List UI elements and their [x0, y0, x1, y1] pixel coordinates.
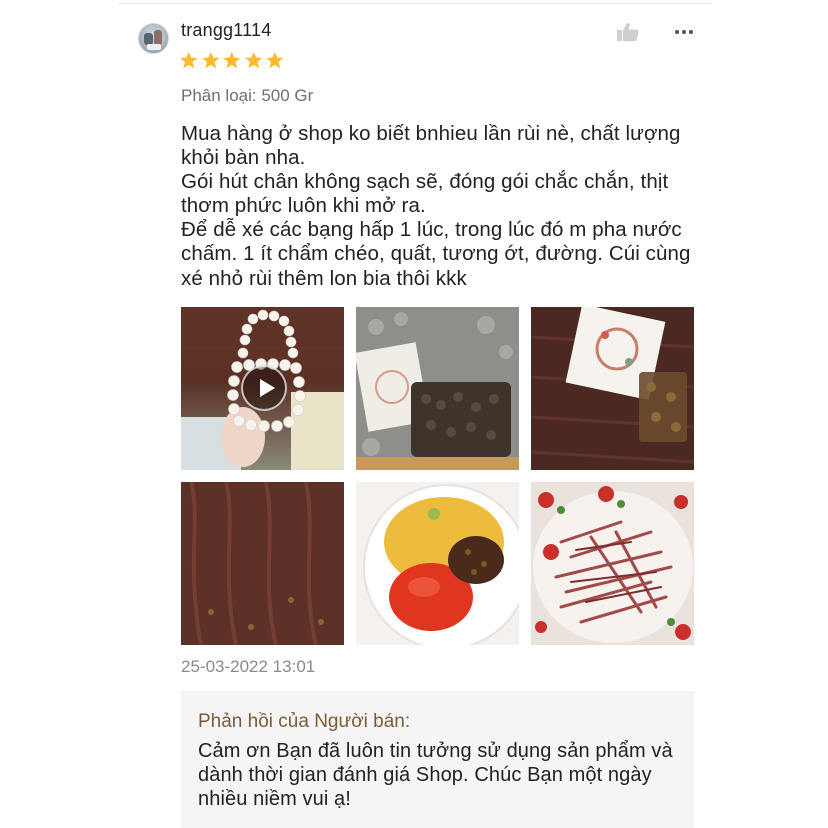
review-timestamp: 25-03-2022 13:01 [181, 657, 316, 676]
star-icon [201, 51, 219, 69]
star-icon [266, 51, 284, 69]
product-variation: Phân loại: 500 Gr [181, 86, 314, 105]
review-photo-5[interactable] [531, 482, 694, 645]
star-rating [179, 51, 285, 70]
thumbs-up-icon[interactable] [616, 22, 640, 42]
play-icon[interactable] [241, 365, 287, 411]
seller-reply: Phản hồi của Người bán: Cảm ơn Bạn đã lu… [181, 691, 694, 828]
star-icon [180, 51, 198, 69]
avatar-figure-right [154, 30, 162, 45]
review-photo-1[interactable] [356, 307, 519, 470]
review-photo-2[interactable] [531, 307, 694, 470]
top-divider [118, 3, 712, 4]
review-comment: Mua hàng ở shop ko biết bnhieu lần rùi n… [181, 122, 691, 290]
star-icon [223, 51, 241, 69]
seller-reply-title: Phản hồi của Người bán: [198, 711, 411, 732]
seller-reply-text: Cảm ơn Bạn đã luôn tin tưởng sử dụng sản… [198, 740, 673, 811]
star-icon [244, 51, 262, 69]
review-video-thumbnail[interactable] [181, 307, 344, 470]
avatar-foreground [147, 44, 161, 50]
review-photo-4[interactable] [356, 482, 519, 645]
review-photo-3[interactable] [181, 482, 344, 645]
reviewer-username[interactable]: trangg1114 [181, 20, 271, 41]
avatar[interactable] [138, 23, 169, 54]
more-options-icon[interactable] [672, 22, 696, 42]
